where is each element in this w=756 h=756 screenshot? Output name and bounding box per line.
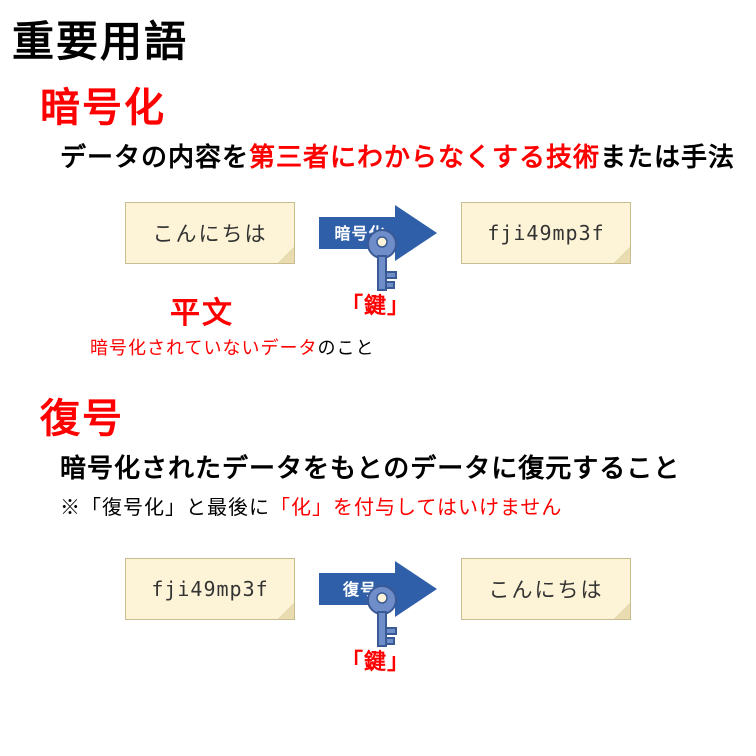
key-label-decrypt: 「鍵」 <box>341 644 410 676</box>
slide-title: 重要用語 <box>0 0 756 69</box>
definition-encrypt-pre: データの内容を <box>60 142 249 172</box>
ciphertext-box-2: fji49mp3f <box>125 558 295 620</box>
caution-red: 「化」を付与してはいけません <box>270 497 562 519</box>
arrow-encrypt-wrap: 暗号化 「鍵」 <box>313 188 443 278</box>
plaintext-sub-post: のこと <box>317 338 374 358</box>
arrow-decrypt-wrap: 復号 「鍵」 <box>313 544 443 634</box>
definition-decrypt: 暗号化されたデータをもとのデータに復元すること <box>60 448 756 485</box>
plaintext-sub-red: 暗号化されていないデータ <box>90 338 317 358</box>
plaintext-label: 平文 <box>170 288 756 332</box>
plaintext-box: こんにちは <box>125 202 295 264</box>
caution-pre: ※「復号化」と最後に <box>60 497 270 519</box>
diagram-encrypt: こんにちは 暗号化 「鍵」 fji49mp3f <box>0 188 756 278</box>
plaintext-sub: 暗号化されていないデータのこと <box>90 334 756 360</box>
key-label-encrypt: 「鍵」 <box>341 288 410 320</box>
diagram-decrypt: fji49mp3f 復号 「鍵」 こんにちは <box>0 544 756 634</box>
heading-decrypt: 復号 <box>40 386 756 444</box>
definition-encrypt-emph: 第三者にわからなくする技術 <box>249 142 600 172</box>
ciphertext-box: fji49mp3f <box>461 202 631 264</box>
plaintext-box-2: こんにちは <box>461 558 631 620</box>
definition-encrypt: データの内容を第三者にわからなくする技術または手法 <box>60 137 756 174</box>
heading-encrypt: 暗号化 <box>40 75 756 133</box>
caution-decrypt: ※「復号化」と最後に「化」を付与してはいけません <box>60 491 756 520</box>
definition-encrypt-post: または手法 <box>600 142 735 172</box>
